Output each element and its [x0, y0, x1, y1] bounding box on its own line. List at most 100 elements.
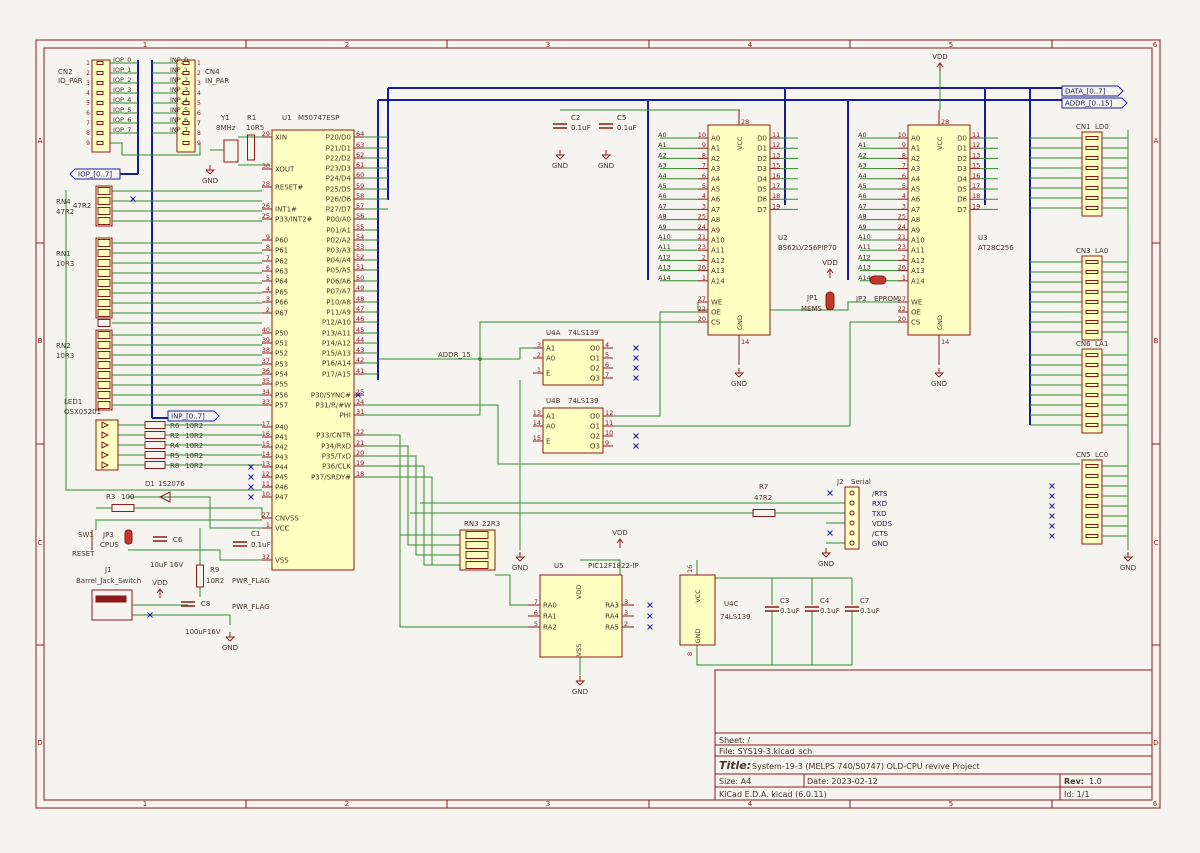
pin-name: A7	[711, 206, 720, 214]
jumper-icon	[124, 529, 133, 545]
pin-number: 3	[702, 202, 706, 210]
pin-number: 1	[537, 366, 541, 374]
mem-value: AT28C256	[978, 244, 1014, 252]
pin-number: 53	[356, 243, 364, 251]
net-label: IOP_1	[113, 66, 131, 74]
pin-number: 3	[624, 598, 628, 606]
mem-ref: U3	[978, 234, 988, 242]
column-marker: 6	[1153, 41, 1158, 49]
c4-value: 0.1uF	[820, 607, 840, 615]
mem-value: BS62LV256PIP70	[778, 244, 837, 252]
addr-net-label: A12	[658, 253, 671, 261]
pin-number: 10	[898, 131, 906, 139]
pin-number: 9	[266, 233, 270, 241]
pin-name: O0	[590, 413, 600, 421]
pin-name: D3	[957, 165, 967, 173]
hdr-ref: CN3	[1076, 247, 1091, 255]
r3-value: 100	[121, 493, 134, 501]
u1-pin-name: P67	[275, 310, 288, 318]
dec-ref: U4A	[546, 329, 561, 337]
pin-number: 14	[941, 338, 949, 346]
column-marker: 1	[143, 800, 147, 808]
pin-name: D2	[957, 155, 967, 163]
global-label-text: DATA_[0..7]	[1065, 88, 1106, 96]
pin-name: E	[546, 370, 550, 378]
cn2-connector	[91, 59, 111, 153]
pin-name: O2	[590, 433, 600, 441]
u1-pin-name: P54	[275, 371, 289, 379]
pin-number: 2	[86, 70, 90, 77]
pin-number: 28	[941, 118, 949, 126]
pin-number: 14	[533, 419, 541, 427]
cn4-ref: CN4	[205, 68, 220, 76]
pin-number: 10	[698, 131, 706, 139]
pin-number: 5	[197, 100, 201, 107]
addr-net-label: A6	[858, 192, 867, 200]
schematic-sheet: 112233445566AABBCCDD CN2 IO_PAR 1 2 3 4 5 6 7 8 9 C…	[0, 0, 1200, 849]
column-marker: 2	[345, 41, 349, 49]
pin-name: A8	[911, 216, 920, 224]
row-marker: A	[38, 137, 43, 145]
pin-number: 11	[262, 480, 270, 488]
pin-number: 21	[898, 233, 906, 241]
pin-name: A5	[711, 186, 720, 194]
u1-pin-name: P22/D2	[326, 155, 351, 163]
pin-number: 13	[972, 151, 980, 159]
column-marker: 6	[1153, 800, 1158, 808]
row-marker: C	[1154, 539, 1159, 547]
u1-pin-name: P21/D1	[326, 145, 351, 153]
u1-pin-name: P44	[275, 464, 289, 472]
pin-name: A4	[711, 175, 721, 183]
u1-pin-name: P06/A6	[326, 278, 351, 286]
vcc-pin-name: VCC	[936, 136, 944, 150]
pin-number: 2	[902, 253, 906, 261]
pin-number: 9	[197, 140, 201, 147]
pin-number: 42	[356, 356, 364, 364]
addr-net-label: A7	[858, 202, 867, 210]
pin-number: 24	[356, 398, 364, 406]
pin-number: 14	[262, 450, 270, 458]
gnd-label: GND	[572, 688, 588, 696]
u1-pin-name: P10/A8	[326, 299, 351, 307]
pin-name: RA0	[543, 602, 557, 610]
u1-pin-name: P56	[275, 392, 289, 400]
cn3-connector	[1081, 255, 1103, 341]
addr-net-label: A13	[858, 264, 871, 272]
global-label-text: ADDR_[0..15]	[1065, 100, 1112, 108]
net-label: IOP_0	[113, 56, 131, 64]
j2-signal-label: GND	[872, 540, 888, 548]
u1-pin-name: P61	[275, 247, 288, 255]
pin-number: 31	[356, 408, 364, 416]
jp2-ref: JP2	[855, 295, 867, 303]
column-marker: 4	[748, 41, 753, 49]
pin-number: 6	[266, 264, 270, 272]
u1-pin-name: P36/CLK	[322, 463, 351, 471]
vdd-label: VDD	[152, 579, 168, 587]
r-ref: R2	[170, 432, 179, 440]
pin-name: A12	[911, 257, 925, 265]
pin-name: VDD	[575, 585, 583, 599]
gnd-pin-name: GND	[736, 315, 744, 330]
u1-pin-name: P07/A7	[326, 288, 351, 296]
pin-name: O3	[590, 375, 600, 383]
pin-number: 11	[972, 131, 980, 139]
addr-net-label: A8	[658, 213, 667, 221]
pin-name: OE	[911, 309, 921, 317]
pin-name: RA5	[605, 624, 619, 632]
pin-number: 20	[698, 315, 706, 323]
global-label: DATA_[0..7]	[1061, 85, 1124, 97]
gnd-label: GND	[1120, 564, 1136, 572]
pin-number: 35	[262, 377, 270, 385]
pin-number: 8	[902, 151, 906, 159]
cn1-connector	[1081, 131, 1103, 217]
net-label: IOP_3	[113, 86, 131, 94]
pin-name: A0	[911, 135, 920, 143]
pin-name: D5	[957, 186, 967, 194]
pin-number: 33	[262, 398, 270, 406]
u1-pin-name: P50	[275, 330, 288, 338]
pin-name: RA1	[543, 613, 557, 621]
pin-number: 2	[266, 306, 270, 314]
r-ref: R5	[170, 452, 179, 460]
pin-number: 7	[702, 162, 706, 170]
global-label: IOP_[0..7]	[69, 168, 121, 180]
